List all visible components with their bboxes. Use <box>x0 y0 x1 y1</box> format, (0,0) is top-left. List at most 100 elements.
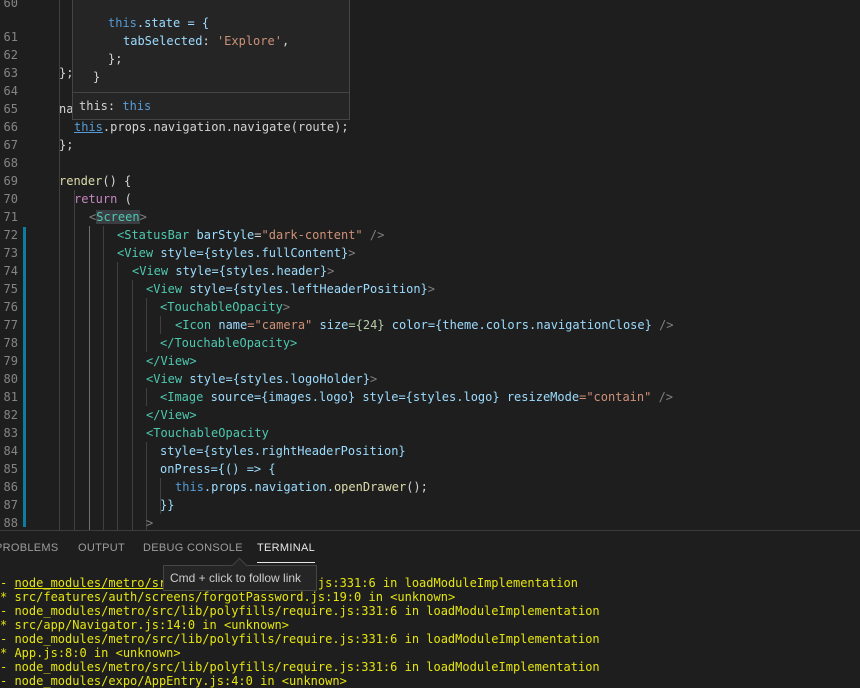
code-line-89[interactable]: > <box>146 514 153 530</box>
code-line-88[interactable]: }} <box>160 496 174 514</box>
hover-code-line: this.state = { <box>108 14 209 32</box>
code-line-72[interactable]: <Screen> <box>89 208 147 226</box>
terminal-line: - node_modules/metro/src/lib/polyfills/r… <box>0 660 600 674</box>
code-text: <View <box>146 282 183 296</box>
code-line-78[interactable]: <Icon name="camera" size={24} color={the… <box>175 316 674 334</box>
terminal-link[interactable]: src/features/auth/screens/forgotPassword… <box>14 590 325 604</box>
code-text: ={styles.leftHeaderPosition} <box>225 282 428 296</box>
code-text: () { <box>102 174 132 188</box>
code-text: return <box>74 192 118 206</box>
hover-widget[interactable]: this.state = { tabSelected: 'Explore', }… <box>72 0 350 120</box>
code-text: .state = { <box>136 16 210 30</box>
code-text: , <box>281 34 290 48</box>
tab-debug-console[interactable]: DEBUG CONSOLE <box>143 542 243 554</box>
hover-footer-value: this <box>122 99 152 113</box>
code-text: style <box>182 282 226 296</box>
code-line-74[interactable]: <View style={styles.fullContent}> <box>117 244 355 262</box>
code-text: ={styles.logoHolder} <box>225 372 370 386</box>
code-text: : <box>202 34 217 48</box>
terminal-link[interactable]: node_modules/metro/src/lib/polyfills/req… <box>14 632 354 646</box>
terminal-prefix: - <box>0 674 15 688</box>
code-line-75[interactable]: <View style={styles.header}> <box>132 262 334 280</box>
terminal-prefix: * <box>0 618 15 632</box>
terminal-link[interactable]: src/app/Navigator.js <box>14 618 159 632</box>
line-number: 64 <box>3 84 18 98</box>
code-line-76[interactable]: <View style={styles.leftHeaderPosition}> <box>146 280 435 298</box>
code-text: source <box>203 390 254 404</box>
code-text: ={styles.fullContent} <box>196 246 349 260</box>
code-line-77[interactable]: <TouchableOpacity> <box>160 298 290 316</box>
code-text: this <box>175 480 204 494</box>
hover-footer: this: this <box>79 97 151 115</box>
code-text: style <box>182 372 226 386</box>
hover-code-line: }; <box>108 52 123 66</box>
code-text: <TouchableOpacity <box>160 300 283 314</box>
code-line-73[interactable]: <StatusBar barStyle="dark-content" /> <box>117 226 384 244</box>
code-line-87[interactable]: this.props.navigation.openDrawer(); <box>175 478 428 496</box>
code-line-67[interactable]: this.props.navigation.navigate(route); <box>74 118 349 136</box>
code-text: onPress <box>160 462 211 476</box>
terminal-link[interactable]: node_modules/metro/src/lib/polyfills/req… <box>14 604 354 618</box>
terminal-line: * src/app/Navigator.js:14:0 in <unknown> <box>0 618 289 632</box>
terminal-link[interactable]: node_modules/expo/AppEntry.js <box>14 674 224 688</box>
code-text: style <box>355 390 399 404</box>
code-text: = <box>254 228 262 242</box>
terminal-prefix: - <box>0 632 15 646</box>
terminal-line: * src/features/auth/screens/forgotPasswo… <box>0 590 455 604</box>
code-line-81[interactable]: <View style={styles.logoHolder}> <box>146 370 377 388</box>
hover-divider <box>73 92 349 93</box>
terminal-text: :331:6 in loadModuleImplementation <box>354 660 600 674</box>
code-line-70[interactable]: render() { <box>59 172 131 190</box>
code-line-71[interactable]: return ( <box>74 190 132 208</box>
terminal-prefix: - <box>0 576 15 590</box>
terminal-text: :4:0 in <unknown> <box>223 674 347 688</box>
this-keyword[interactable]: this <box>74 120 103 134</box>
line-number: 68 <box>3 156 18 170</box>
tab-output[interactable]: OUTPUT <box>78 542 125 554</box>
code-line-83[interactable]: </View> <box>146 406 197 424</box>
terminal-link[interactable]: node_modules/metro/src/lib/polyfills/req… <box>14 660 354 674</box>
terminal-prefix: - <box>0 660 15 674</box>
code-text: this <box>108 16 137 30</box>
code-text: ={styles.rightHeaderPosition} <box>196 444 406 458</box>
line-number: 62 <box>3 48 18 62</box>
code-line-85[interactable]: style={styles.rightHeaderPosition} <box>160 442 406 460</box>
line-number: 61 <box>3 30 18 44</box>
terminal-link[interactable]: App.js <box>14 646 57 660</box>
panel-tabs: PROBLEMS OUTPUT DEBUG CONSOLE TERMINAL <box>0 531 860 567</box>
code-line-80[interactable]: </View> <box>146 352 197 370</box>
terminal-text: :331:6 in loadModuleImplementation <box>354 632 600 646</box>
code-text: > <box>348 246 356 260</box>
terminal-text: :331:6 in loadModuleImplementation <box>354 604 600 618</box>
code-text: ={theme.colors.navigationClose} <box>427 318 652 332</box>
terminal-link[interactable]: node_modules/metro/src <box>14 576 173 590</box>
code-text: /> <box>651 390 674 404</box>
hover-footer-label: this: <box>79 99 123 113</box>
code-text: <View <box>132 264 169 278</box>
code-text: ={() => { <box>210 462 276 476</box>
code-text: <View <box>117 246 154 260</box>
tab-problems[interactable]: PROBLEMS <box>0 542 59 554</box>
code-text: size <box>312 318 349 332</box>
code-text: > <box>369 372 378 386</box>
tab-terminal[interactable]: TERMINAL <box>257 542 316 563</box>
code-text: "dark-content" <box>261 228 363 242</box>
terminal-text: :8:0 in <unknown> <box>57 646 181 660</box>
code-line-82[interactable]: <Image source={images.logo} style={style… <box>160 388 673 406</box>
code-line-68[interactable]: }; <box>59 136 73 154</box>
code-text: ( <box>117 192 132 206</box>
code-text: openDrawer <box>333 480 407 494</box>
code-text: resizeMode <box>499 390 580 404</box>
code-line-79[interactable]: </TouchableOpacity> <box>160 334 297 352</box>
code-text: > <box>139 210 147 224</box>
code-editor[interactable]: 60 61 62 63 64 65 66 67 68 69 70 71 72 7… <box>0 0 860 530</box>
code-line-86[interactable]: onPress={() => { <box>160 460 276 478</box>
code-text: color <box>384 318 428 332</box>
code-text: ="camera" <box>247 318 313 332</box>
code-line-84[interactable]: <TouchableOpacity <box>146 424 269 442</box>
code-text: > <box>282 300 291 314</box>
terminal-text: :14:0 in <unknown> <box>158 618 289 632</box>
code-text: > <box>327 264 335 278</box>
code-text: ={24} <box>348 318 385 332</box>
code-text: ="contain" <box>579 390 652 404</box>
